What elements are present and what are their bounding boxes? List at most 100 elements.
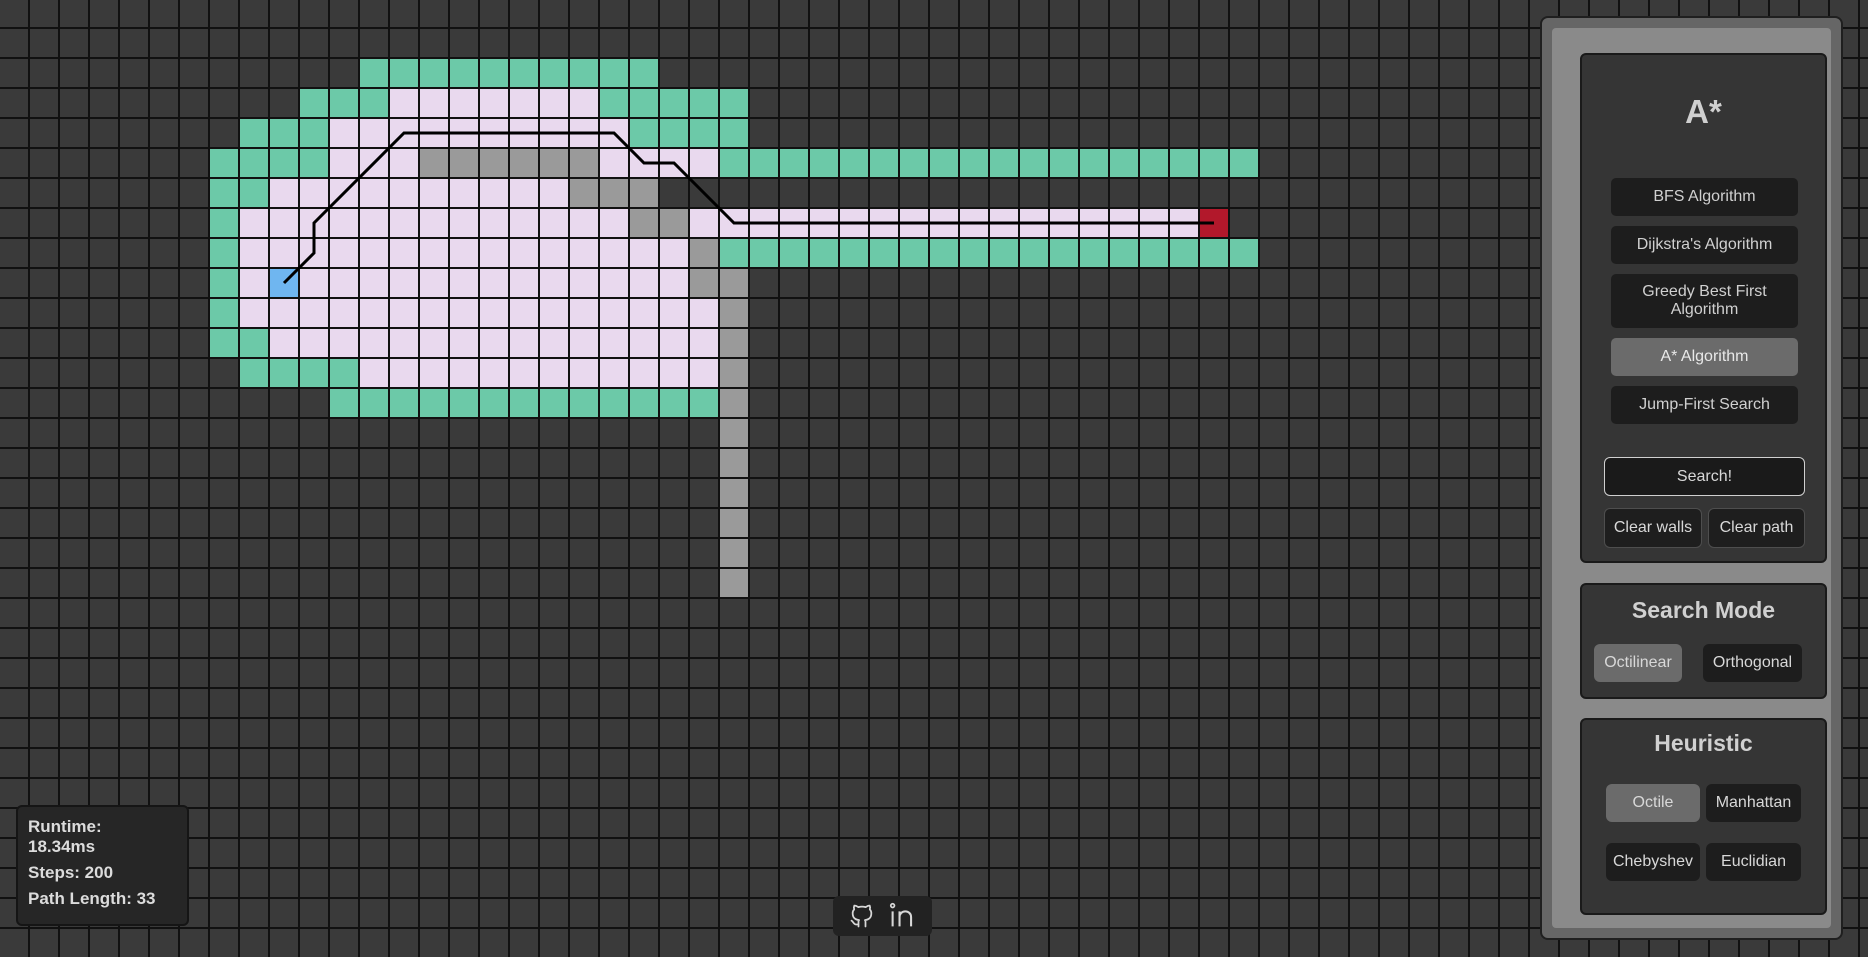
frontier-cell[interactable] [749,238,779,268]
visited-cell[interactable] [239,208,269,238]
github-link[interactable] [845,899,879,933]
frontier-cell[interactable] [269,148,299,178]
wall-cell[interactable] [659,208,689,238]
visited-cell[interactable] [359,328,389,358]
visited-cell[interactable] [479,298,509,328]
frontier-cell[interactable] [929,238,959,268]
visited-cell[interactable] [419,238,449,268]
frontier-cell[interactable] [539,388,569,418]
frontier-cell[interactable] [659,88,689,118]
visited-cell[interactable] [419,358,449,388]
frontier-cell[interactable] [449,58,479,88]
visited-cell[interactable] [689,328,719,358]
visited-cell[interactable] [509,358,539,388]
frontier-cell[interactable] [779,148,809,178]
frontier-cell[interactable] [599,388,629,418]
frontier-cell[interactable] [359,388,389,418]
visited-cell[interactable] [479,178,509,208]
visited-cell[interactable] [449,298,479,328]
frontier-cell[interactable] [359,58,389,88]
frontier-cell[interactable] [209,328,239,358]
visited-cell[interactable] [449,328,479,358]
visited-cell[interactable] [329,298,359,328]
frontier-cell[interactable] [629,88,659,118]
visited-cell[interactable] [449,268,479,298]
visited-cell[interactable] [509,88,539,118]
frontier-cell[interactable] [299,148,329,178]
visited-cell[interactable] [539,208,569,238]
frontier-cell[interactable] [899,148,929,178]
visited-cell[interactable] [509,328,539,358]
frontier-cell[interactable] [809,148,839,178]
frontier-cell[interactable] [839,148,869,178]
frontier-cell[interactable] [1169,238,1199,268]
frontier-cell[interactable] [659,388,689,418]
frontier-cell[interactable] [569,388,599,418]
frontier-cell[interactable] [239,178,269,208]
frontier-cell[interactable] [689,388,719,418]
frontier-cell[interactable] [989,238,1019,268]
greedy-best-first-button[interactable]: Greedy Best First Algorithm [1611,274,1798,328]
frontier-cell[interactable] [239,148,269,178]
visited-cell[interactable] [599,328,629,358]
visited-cell[interactable] [449,208,479,238]
frontier-cell[interactable] [1169,148,1199,178]
visited-cell[interactable] [569,358,599,388]
visited-cell[interactable] [479,358,509,388]
visited-cell[interactable] [269,238,299,268]
visited-cell[interactable] [599,358,629,388]
visited-cell[interactable] [569,328,599,358]
octile-heuristic-button[interactable]: Octile [1606,784,1700,822]
frontier-cell[interactable] [1079,148,1109,178]
frontier-cell[interactable] [509,58,539,88]
visited-cell[interactable] [329,208,359,238]
frontier-cell[interactable] [359,88,389,118]
visited-cell[interactable] [299,328,329,358]
frontier-cell[interactable] [569,58,599,88]
visited-cell[interactable] [419,298,449,328]
frontier-cell[interactable] [479,58,509,88]
visited-cell[interactable] [359,178,389,208]
frontier-cell[interactable] [389,58,419,88]
frontier-cell[interactable] [239,118,269,148]
search-button[interactable]: Search! [1604,457,1805,496]
wall-cell[interactable] [539,148,569,178]
frontier-cell[interactable] [689,88,719,118]
visited-cell[interactable] [659,298,689,328]
frontier-cell[interactable] [209,268,239,298]
clear-walls-button[interactable]: Clear walls [1604,508,1702,548]
visited-cell[interactable] [449,358,479,388]
frontier-cell[interactable] [629,388,659,418]
visited-cell[interactable] [569,238,599,268]
visited-cell[interactable] [419,328,449,358]
visited-cell[interactable] [479,208,509,238]
wall-cell[interactable] [719,508,749,538]
visited-cell[interactable] [689,148,719,178]
frontier-cell[interactable] [749,148,779,178]
frontier-cell[interactable] [779,238,809,268]
frontier-cell[interactable] [419,58,449,88]
frontier-cell[interactable] [329,358,359,388]
visited-cell[interactable] [389,178,419,208]
frontier-cell[interactable] [209,238,239,268]
wall-cell[interactable] [419,148,449,178]
dijkstra-algorithm-button[interactable]: Dijkstra's Algorithm [1611,226,1798,264]
frontier-cell[interactable] [419,388,449,418]
visited-cell[interactable] [269,298,299,328]
frontier-cell[interactable] [1199,148,1229,178]
frontier-cell[interactable] [479,388,509,418]
visited-cell[interactable] [419,88,449,118]
visited-cell[interactable] [539,88,569,118]
wall-cell[interactable] [719,478,749,508]
visited-cell[interactable] [689,208,719,238]
visited-cell[interactable] [509,178,539,208]
visited-cell[interactable] [299,298,329,328]
visited-cell[interactable] [359,208,389,238]
visited-cell[interactable] [599,268,629,298]
visited-cell[interactable] [479,268,509,298]
frontier-cell[interactable] [959,148,989,178]
wall-cell[interactable] [719,328,749,358]
visited-cell[interactable] [299,268,329,298]
wall-cell[interactable] [569,148,599,178]
visited-cell[interactable] [539,268,569,298]
